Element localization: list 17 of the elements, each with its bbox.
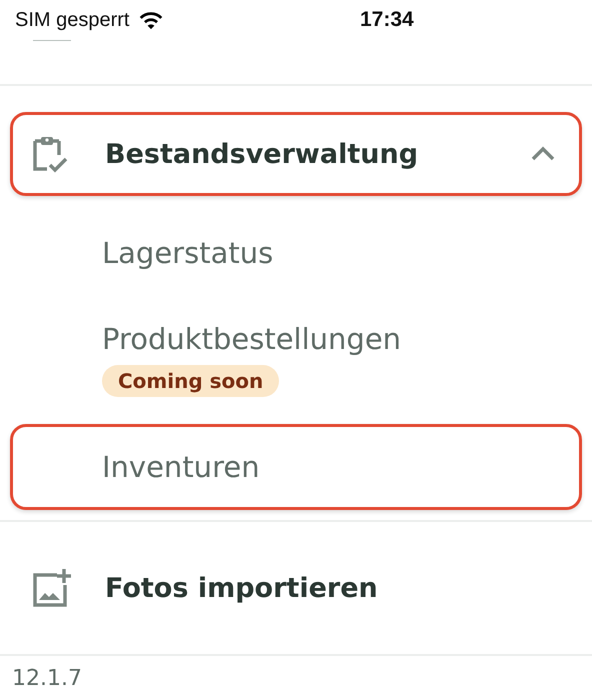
clock-time: 17:34 [360,8,414,32]
menu-label: Bestandsverwaltung [105,138,420,170]
submenu-item[interactable]: Inventuren [10,424,582,510]
submenu-label: Lagerstatus [102,235,274,271]
coming-soon-badge: Coming soon [102,365,280,397]
chevron-up-icon [531,145,555,163]
submenu-label: Inventuren [102,449,260,485]
menu-label: Fotos importieren [105,572,379,604]
submenu-label: Produktbestellungen [102,321,402,357]
submenu-item[interactable]: Lagerstatus [10,210,582,296]
version-label: 12.1.7 [11,665,83,693]
menu-item[interactable]: Fotos importieren [10,530,582,646]
carrier-label: SIM gesperrt [15,8,130,32]
wifi-icon [139,10,164,30]
submenu-item[interactable]: Produktbestellungen Coming soon [10,296,582,422]
menu-item[interactable]: Bestandsverwaltung [10,112,582,196]
image-add-icon [31,569,71,607]
